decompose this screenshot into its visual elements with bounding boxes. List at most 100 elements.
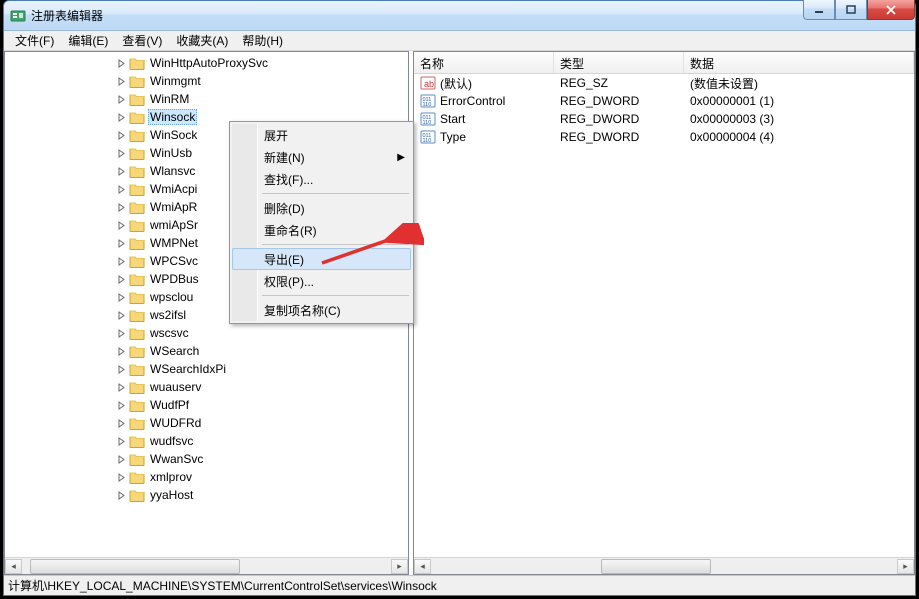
context-menu-item[interactable]: 展开 <box>232 124 411 146</box>
tree-hscrollbar[interactable]: ◂ ▸ <box>5 557 408 574</box>
tree-item[interactable]: WSearchIdxPi <box>5 360 408 378</box>
expand-icon[interactable] <box>115 291 127 303</box>
scroll-thumb[interactable] <box>601 559 711 574</box>
tree-item[interactable]: WinHttpAutoProxySvc <box>5 54 408 72</box>
tree-item[interactable]: WSearch <box>5 342 408 360</box>
expand-icon[interactable] <box>115 309 127 321</box>
expand-icon[interactable] <box>115 219 127 231</box>
tree-item-label: wudfsvc <box>148 434 195 448</box>
maximize-button[interactable] <box>835 0 867 20</box>
list-header[interactable]: 名称 类型 数据 <box>414 52 914 74</box>
expand-icon[interactable] <box>115 183 127 195</box>
scroll-thumb[interactable] <box>30 559 240 574</box>
menu-favorites[interactable]: 收藏夹(A) <box>169 30 235 51</box>
folder-icon <box>129 146 145 160</box>
registry-editor-window: 注册表编辑器 文件(F) 编辑(E) 查看(V) 收藏夹(A) 帮助(H) Wi… <box>3 0 916 596</box>
tree-item[interactable]: wscsvc <box>5 324 408 342</box>
context-menu-label: 展开 <box>264 127 288 144</box>
value-type: REG_DWORD <box>554 112 684 126</box>
tree-item-label: WMPNet <box>148 236 200 250</box>
expand-icon[interactable] <box>115 93 127 105</box>
statusbar-path: 计算机\HKEY_LOCAL_MACHINE\SYSTEM\CurrentCon… <box>8 577 437 594</box>
expand-icon[interactable] <box>115 399 127 411</box>
tree-item[interactable]: WwanSvc <box>5 450 408 468</box>
scroll-right-button[interactable]: ▸ <box>897 559 914 574</box>
expand-icon[interactable] <box>115 111 127 123</box>
values-list[interactable]: ab(默认)REG_SZ(数值未设置)011110ErrorControlREG… <box>414 74 914 557</box>
tree-item-label: WinUsb <box>148 146 194 160</box>
minimize-button[interactable] <box>803 0 835 20</box>
window-title: 注册表编辑器 <box>31 7 103 24</box>
list-hscrollbar[interactable]: ◂ ▸ <box>414 557 914 574</box>
scroll-left-button[interactable]: ◂ <box>5 559 22 574</box>
expand-icon[interactable] <box>115 57 127 69</box>
expand-icon[interactable] <box>115 327 127 339</box>
context-menu-item[interactable]: 权限(P)... <box>232 270 411 292</box>
tree-item[interactable]: Winmgmt <box>5 72 408 90</box>
expand-icon[interactable] <box>115 75 127 87</box>
expand-icon[interactable] <box>115 435 127 447</box>
tree-item[interactable]: wuauserv <box>5 378 408 396</box>
expand-icon[interactable] <box>115 381 127 393</box>
expand-icon[interactable] <box>115 417 127 429</box>
scroll-right-button[interactable]: ▸ <box>391 559 408 574</box>
tree-item[interactable]: WinRM <box>5 90 408 108</box>
context-menu-item[interactable]: 导出(E) <box>232 248 411 270</box>
context-menu-item[interactable]: 重命名(R) <box>232 219 411 241</box>
context-menu-item[interactable]: 删除(D) <box>232 197 411 219</box>
value-type: REG_DWORD <box>554 130 684 144</box>
tree-item[interactable]: xmlprov <box>5 468 408 486</box>
expand-icon[interactable] <box>115 453 127 465</box>
tree-item-label: xmlprov <box>148 470 194 484</box>
menu-edit[interactable]: 编辑(E) <box>61 30 115 51</box>
expand-icon[interactable] <box>115 255 127 267</box>
expand-icon[interactable] <box>115 471 127 483</box>
folder-icon <box>129 488 145 502</box>
col-type[interactable]: 类型 <box>554 52 684 73</box>
folder-icon <box>129 164 145 178</box>
expand-icon[interactable] <box>115 273 127 285</box>
col-data[interactable]: 数据 <box>684 52 914 73</box>
context-menu-item[interactable]: 复制项名称(C) <box>232 299 411 321</box>
expand-icon[interactable] <box>115 489 127 501</box>
expand-icon[interactable] <box>115 165 127 177</box>
context-menu-label: 查找(F)... <box>264 171 313 188</box>
menu-view[interactable]: 查看(V) <box>115 30 169 51</box>
tree-item[interactable]: WUDFRd <box>5 414 408 432</box>
list-row[interactable]: 011110ErrorControlREG_DWORD0x00000001 (1… <box>414 92 914 110</box>
folder-icon <box>129 416 145 430</box>
tree-item-label: Winmgmt <box>148 74 203 88</box>
value-name: Start <box>440 112 465 126</box>
tree-item[interactable]: wudfsvc <box>5 432 408 450</box>
titlebar[interactable]: 注册表编辑器 <box>4 1 915 31</box>
tree-item-label: Winsock <box>148 109 197 125</box>
tree-item-label: WUDFRd <box>148 416 203 430</box>
tree-item[interactable]: WudfPf <box>5 396 408 414</box>
tree-item[interactable]: yyaHost <box>5 486 408 504</box>
context-menu-item[interactable]: 新建(N)▶ <box>232 146 411 168</box>
col-name[interactable]: 名称 <box>414 52 554 73</box>
folder-icon <box>129 452 145 466</box>
expand-icon[interactable] <box>115 363 127 375</box>
tree-item-label: yyaHost <box>148 488 195 502</box>
tree-item-label: WinRM <box>148 92 191 106</box>
folder-icon <box>129 326 145 340</box>
folder-icon <box>129 182 145 196</box>
value-data: 0x00000003 (3) <box>684 112 914 126</box>
folder-icon <box>129 56 145 70</box>
list-row[interactable]: 011110TypeREG_DWORD0x00000004 (4) <box>414 128 914 146</box>
menu-file[interactable]: 文件(F) <box>8 30 61 51</box>
expand-icon[interactable] <box>115 147 127 159</box>
folder-icon <box>129 74 145 88</box>
expand-icon[interactable] <box>115 129 127 141</box>
expand-icon[interactable] <box>115 237 127 249</box>
expand-icon[interactable] <box>115 201 127 213</box>
menu-help[interactable]: 帮助(H) <box>235 30 290 51</box>
close-button[interactable] <box>867 0 915 20</box>
context-menu-item[interactable]: 查找(F)... <box>232 168 411 190</box>
expand-icon[interactable] <box>115 345 127 357</box>
scroll-left-button[interactable]: ◂ <box>414 559 431 574</box>
menu-separator <box>262 193 409 194</box>
list-row[interactable]: ab(默认)REG_SZ(数值未设置) <box>414 74 914 92</box>
list-row[interactable]: 011110StartREG_DWORD0x00000003 (3) <box>414 110 914 128</box>
